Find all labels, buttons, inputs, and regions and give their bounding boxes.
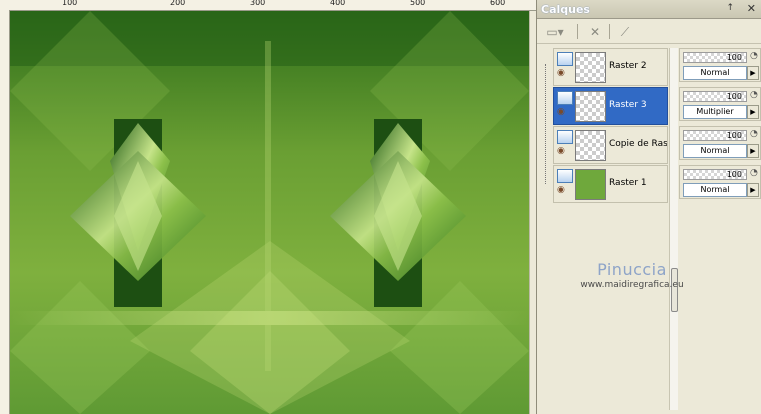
layer-name: Raster 2 — [609, 61, 647, 71]
watermark: Pinuccia www.maidiregrafica.eu — [572, 260, 692, 290]
palette-title: Calques — [541, 3, 590, 16]
layer-properties: 100 ◔ Normal ▶ 100 ◔ Multiplier ▶ 100 ◔ … — [679, 44, 761, 414]
layer-item-raster-1[interactable]: ◉ Raster 1 — [553, 165, 668, 203]
layer-tree: ◉ Raster 2 ◉ Raster 3 ◉ Copie de Rast ◉ … — [537, 44, 677, 414]
layer-thumbnail — [575, 52, 606, 83]
layer-thumbnail — [575, 169, 606, 200]
layer-props-row: 100 ◔ Normal ▶ — [679, 165, 761, 199]
new-layer-icon[interactable]: ▭▾ — [543, 22, 567, 42]
layer-type-icon — [557, 91, 573, 105]
watermark-url: www.maidiregrafica.eu — [580, 280, 684, 290]
layer-name: Raster 3 — [609, 100, 647, 110]
ruler-label: 600 — [490, 0, 506, 7]
layer-thumbnail — [575, 91, 606, 122]
visibility-eye-icon[interactable]: ◉ — [557, 107, 571, 117]
ruler-label: 500 — [410, 0, 426, 7]
pin-icon[interactable]: ↑ — [726, 3, 734, 13]
toolbar-divider — [577, 24, 578, 39]
blend-mode-arrow-icon[interactable]: ▶ — [747, 66, 759, 80]
blend-mode-select[interactable]: Normal — [683, 66, 747, 80]
layer-list-scrollbar[interactable] — [669, 48, 678, 410]
opacity-field[interactable]: 100 — [683, 130, 747, 141]
lock-icon[interactable]: ◔ — [750, 168, 760, 180]
ruler-label: 300 — [250, 0, 266, 7]
watermark-title: Pinuccia — [597, 260, 667, 279]
blend-mode-select[interactable]: Normal — [683, 183, 747, 197]
ruler-label: 400 — [330, 0, 346, 7]
lock-icon[interactable]: ◔ — [750, 90, 760, 102]
layer-thumbnail — [575, 130, 606, 161]
opacity-field[interactable]: 100 — [683, 169, 747, 180]
blend-mode-arrow-icon[interactable]: ▶ — [747, 144, 759, 158]
visibility-eye-icon[interactable]: ◉ — [557, 68, 571, 78]
layer-item-copie-de-raster[interactable]: ◉ Copie de Rast — [553, 126, 668, 164]
opacity-field[interactable]: 100 — [683, 91, 747, 102]
layer-name: Copie de Rast — [609, 139, 667, 149]
mask-icon[interactable]: ⟋ — [613, 22, 637, 42]
top-ruler: 100 200 300 400 500 600 — [0, 0, 536, 11]
toolbar-divider — [609, 24, 610, 39]
opacity-field[interactable]: 100 — [683, 52, 747, 63]
lock-icon[interactable]: ◔ — [750, 129, 760, 141]
ruler-label: 200 — [170, 0, 186, 7]
layer-item-raster-2[interactable]: ◉ Raster 2 — [553, 48, 668, 86]
close-icon[interactable]: ✕ — [747, 2, 756, 15]
layer-props-row: 100 ◔ Normal ▶ — [679, 48, 761, 82]
layer-props-row: 100 ◔ Normal ▶ — [679, 126, 761, 160]
tree-connector — [545, 64, 546, 184]
palette-toolbar: ▭▾ ✕ ⟋ — [537, 19, 761, 44]
layer-name: Raster 1 — [609, 178, 647, 188]
ruler-label: 100 — [62, 0, 78, 7]
layer-type-icon — [557, 52, 573, 66]
layer-type-icon — [557, 130, 573, 144]
canvas-artwork — [10, 11, 529, 414]
blend-mode-select[interactable]: Multiplier — [683, 105, 747, 119]
layer-type-icon — [557, 169, 573, 183]
delete-layer-icon[interactable]: ✕ — [583, 22, 607, 42]
visibility-eye-icon[interactable]: ◉ — [557, 185, 571, 195]
image-canvas[interactable] — [10, 11, 529, 414]
lock-icon[interactable]: ◔ — [750, 51, 760, 63]
blend-mode-arrow-icon[interactable]: ▶ — [747, 105, 759, 119]
visibility-eye-icon[interactable]: ◉ — [557, 146, 571, 156]
blend-mode-select[interactable]: Normal — [683, 144, 747, 158]
layer-props-row: 100 ◔ Multiplier ▶ — [679, 87, 761, 121]
left-ruler — [0, 10, 10, 414]
layer-item-raster-3[interactable]: ◉ Raster 3 — [553, 87, 668, 125]
palette-titlebar[interactable]: Calques ↑ ✕ — [537, 0, 761, 19]
blend-mode-arrow-icon[interactable]: ▶ — [747, 183, 759, 197]
layers-palette: Calques ↑ ✕ ▭▾ ✕ ⟋ ◉ Raster 2 ◉ Raster 3… — [536, 0, 761, 414]
